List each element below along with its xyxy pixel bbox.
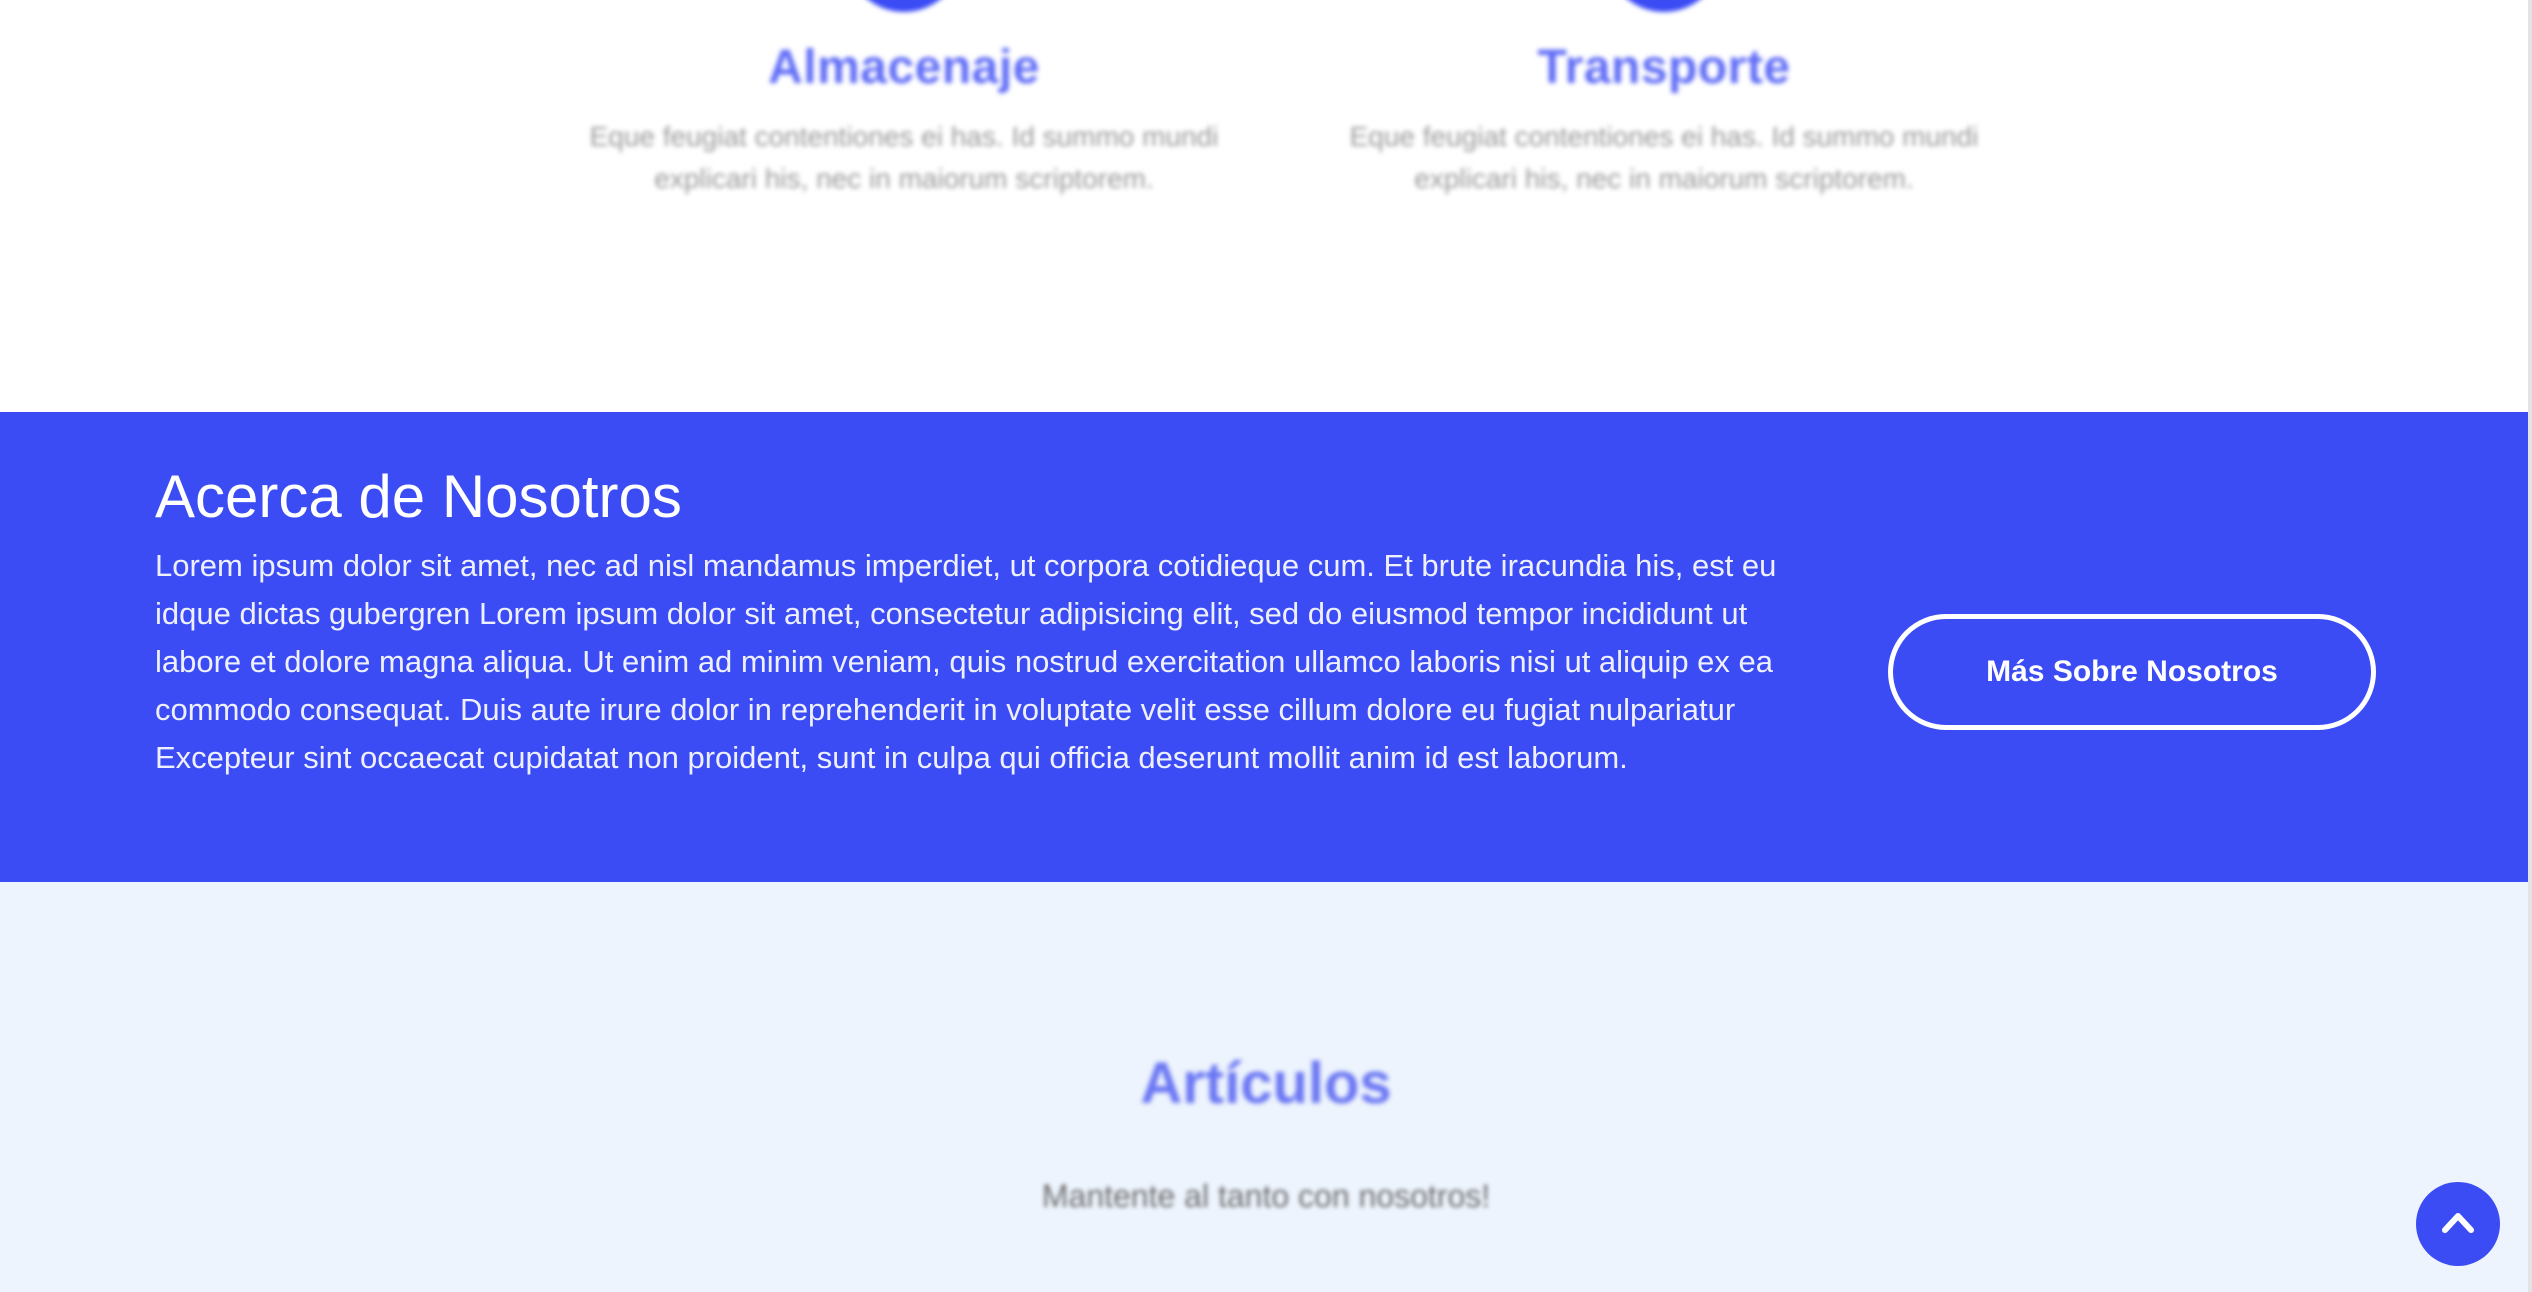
service-circle-icon [846,0,962,12]
service-title: Transporte [1537,41,1791,94]
articles-section: Artículos Mantente al tanto con nosotros… [0,882,2532,1292]
service-title: Almacenaje [768,41,1040,94]
about-body-text: Lorem ipsum dolor sit amet, nec ad nisl … [155,548,1777,775]
scroll-to-top-button[interactable] [2416,1182,2500,1266]
services-section: Almacenaje Eque feugiat contentiones ei … [0,0,2532,412]
chevron-up-icon [2438,1203,2478,1246]
page: Almacenaje Eque feugiat contentiones ei … [0,0,2532,1292]
articles-subtitle: Mantente al tanto con nosotros! [1041,1178,1491,1214]
service-description: Eque feugiat contentiones ei has. Id sum… [589,121,1219,194]
more-about-us-button[interactable]: Más Sobre Nosotros [1888,614,2376,730]
articles-title: Artículos [1140,1051,1392,1116]
about-section: Acerca de Nosotros Lorem ipsum dolor sit… [0,412,2532,882]
scrollbar-track[interactable] [2528,0,2532,1292]
service-circle-icon [1606,0,1722,12]
service-description: Eque feugiat contentiones ei has. Id sum… [1349,121,1979,194]
about-heading: Acerca de Nosotros [155,463,682,530]
